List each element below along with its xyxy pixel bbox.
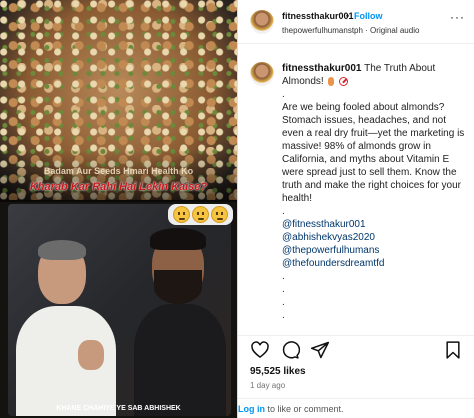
post-sidebar: fitnessthakur001 • Follow thepowerfulhum… (237, 0, 474, 418)
speaker-left (16, 240, 116, 416)
thinking-emoji-icon (211, 206, 228, 223)
mention-link[interactable]: @thefoundersdreamtfd (282, 257, 468, 270)
caption-dot: . (282, 89, 285, 100)
caption-dot: . (282, 310, 285, 321)
overlay-caption-line2: Kharab Kar Rahi Hai Lekin Kaise? (29, 181, 208, 193)
speaker-right (134, 228, 226, 416)
caption-username[interactable]: fitnessthakur001 (282, 63, 361, 74)
separator-dot: • (346, 11, 350, 21)
image-gradient (0, 150, 237, 202)
post-media[interactable]: Badam Aur Seeds Hmari Health Ko Kharab K… (0, 0, 237, 418)
caption-avatar[interactable] (250, 62, 274, 86)
more-options-icon[interactable]: ··· (450, 10, 465, 24)
thinking-emojis (168, 204, 233, 225)
caption-dot: . (282, 297, 285, 308)
pill-emoji-icon (328, 76, 335, 86)
mention-link[interactable]: @thepowerfulhumans (282, 244, 468, 257)
login-prompt-text: to like or comment. (265, 404, 344, 414)
caption-body: Are we being fooled about almonds? Stoma… (282, 102, 465, 204)
post-caption: fitnessthakur001 The Truth About Almonds… (238, 58, 474, 328)
caption-text: fitnessthakur001 The Truth About Almonds… (282, 62, 468, 322)
header-username[interactable]: fitnessthakur001 (282, 11, 354, 21)
likes-count[interactable]: 95,525 likes (250, 366, 306, 377)
video-subtitle: KHANE CHAHIYE YE SAB ABHISHEK (56, 405, 181, 412)
mention-link[interactable]: @fitnessthakur001 (282, 218, 468, 231)
prohibited-emoji-icon (339, 76, 349, 86)
interview-video-frame (8, 204, 231, 416)
post-time[interactable]: 1 day ago (250, 381, 285, 390)
heart-icon[interactable] (250, 340, 270, 360)
caption-dot: . (282, 271, 285, 282)
caption-dot: . (282, 206, 285, 217)
comment-icon[interactable] (280, 340, 300, 360)
audio-info[interactable]: thepowerfulhumanstph · Original audio (282, 26, 419, 35)
mention-link[interactable]: @abhishekvyas2020 (282, 231, 468, 244)
login-prompt: Log in to like or comment. (238, 398, 474, 418)
action-bar (238, 335, 474, 359)
thinking-emoji-icon (192, 206, 209, 223)
login-link[interactable]: Log in (238, 404, 265, 414)
thinking-emoji-icon (173, 206, 190, 223)
bookmark-icon[interactable] (443, 340, 463, 360)
avatar[interactable] (250, 10, 274, 34)
follow-button[interactable]: Follow (354, 11, 383, 21)
share-icon[interactable] (310, 340, 330, 360)
overlay-caption-line1: Badam Aur Seeds Hmari Health Ko (43, 166, 194, 176)
post-header: fitnessthakur001 • Follow thepowerfulhum… (238, 0, 474, 44)
caption-dot: . (282, 284, 285, 295)
